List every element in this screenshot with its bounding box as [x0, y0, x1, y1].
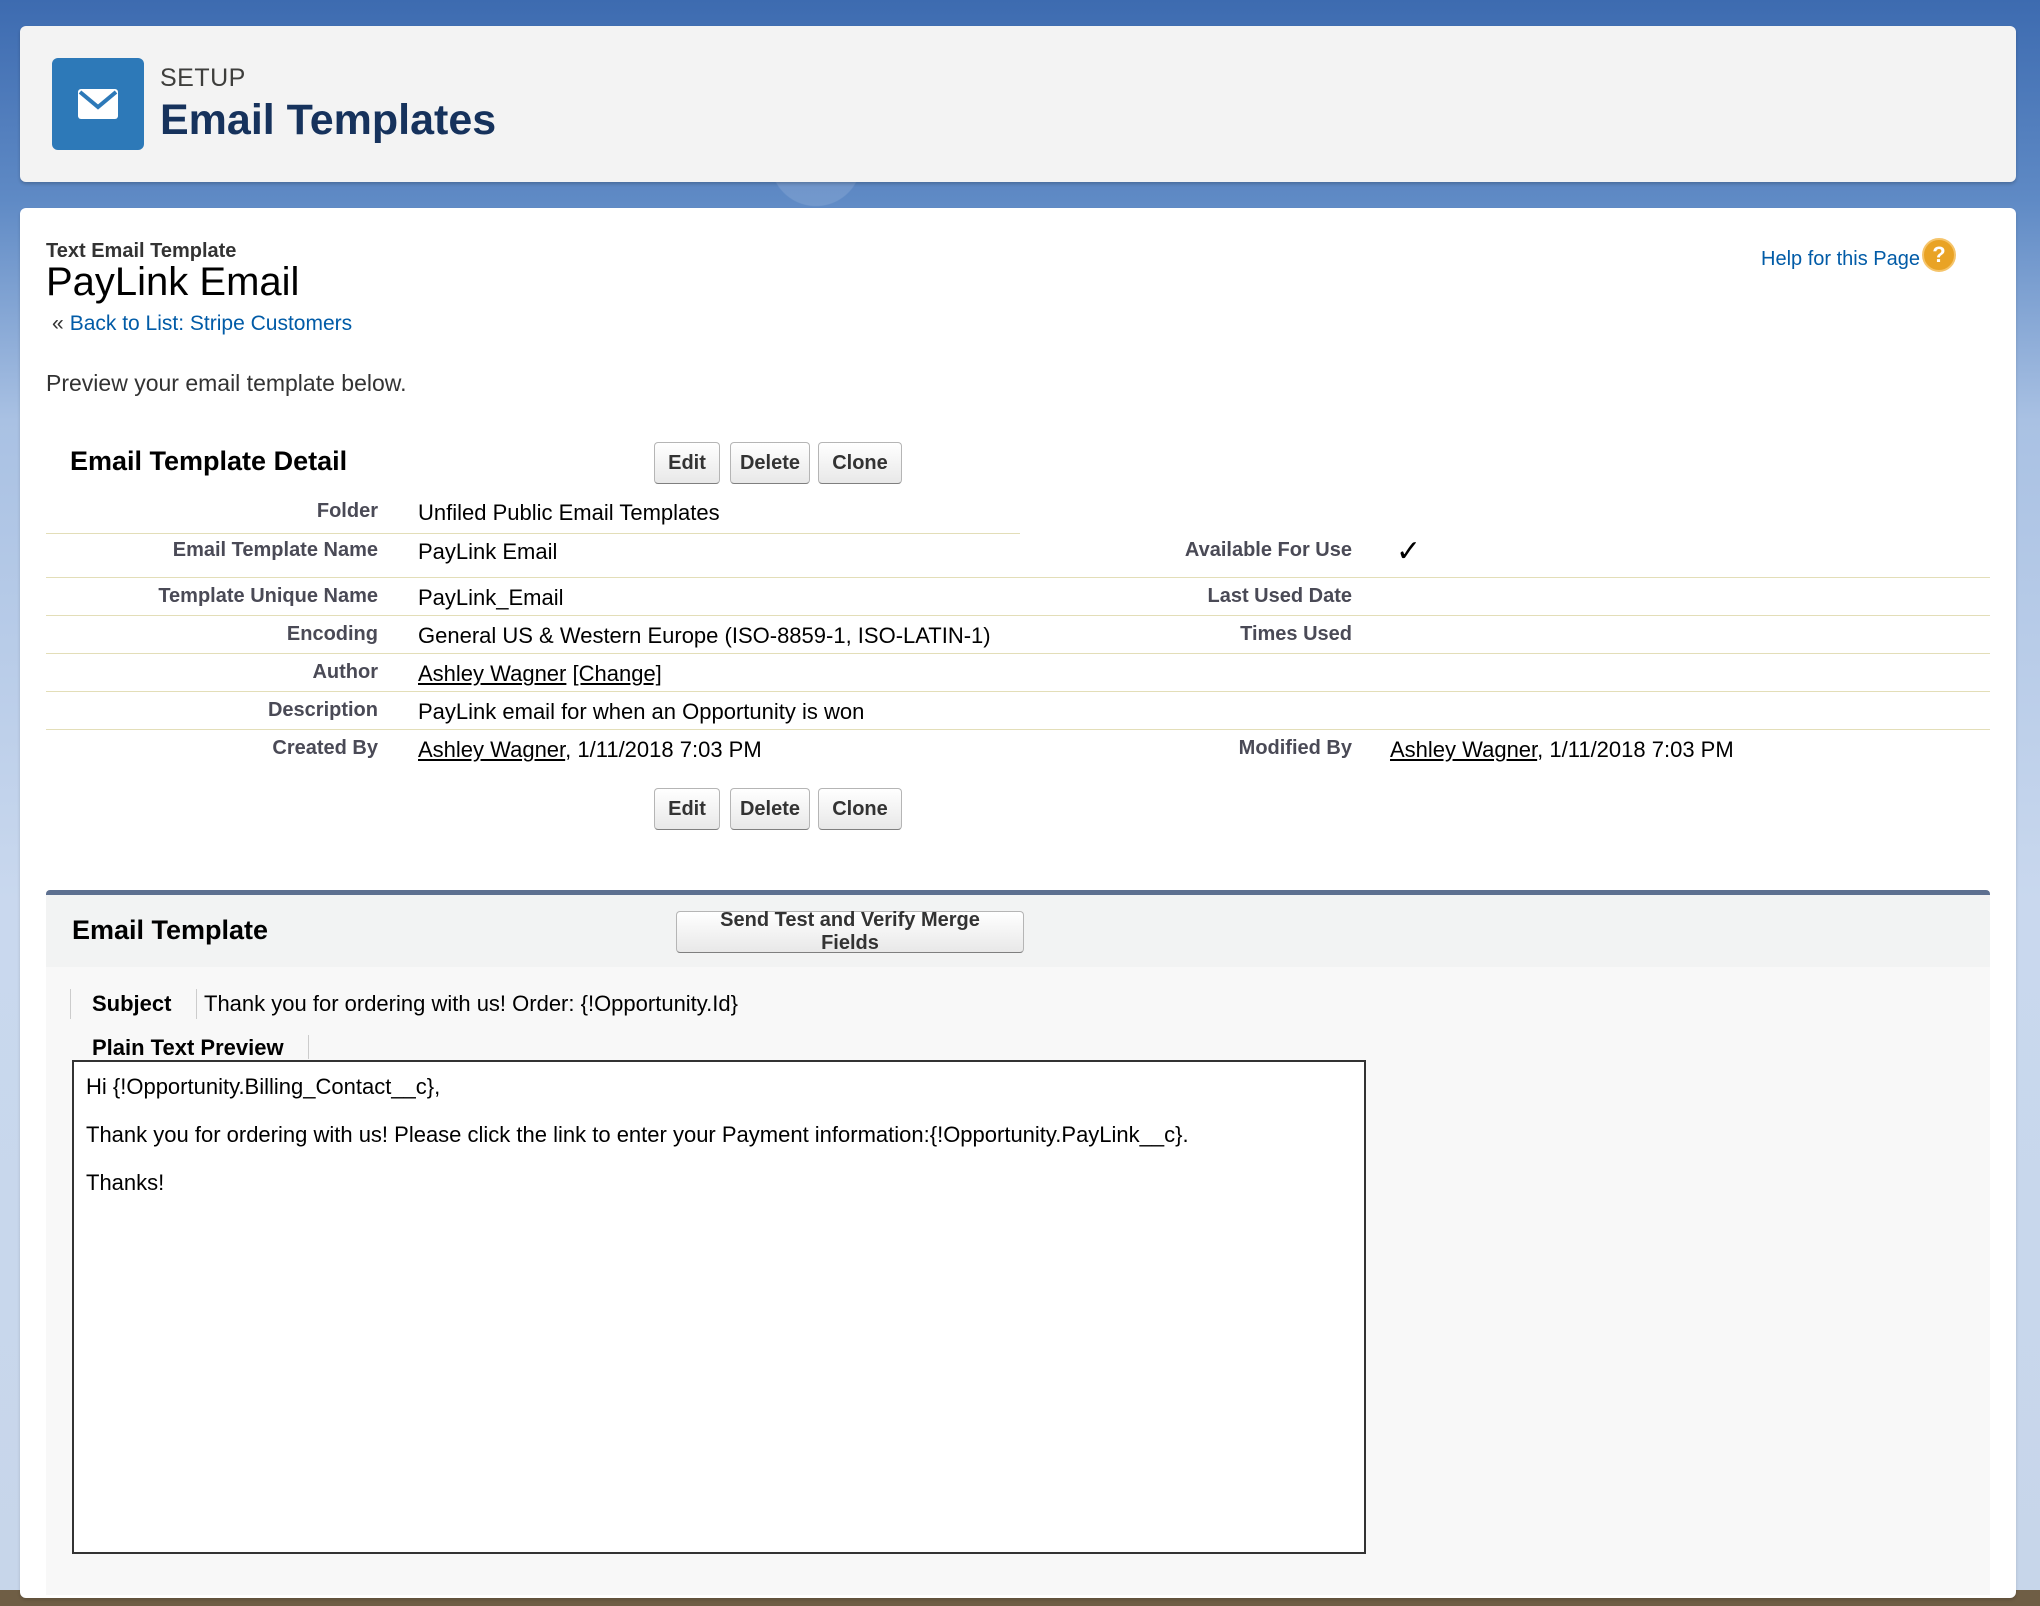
edit-button[interactable]: Edit: [654, 442, 720, 484]
encoding-label: Encoding: [286, 623, 378, 645]
unique-name-value: PayLink_Email: [418, 585, 564, 610]
subject-divider: [70, 989, 71, 1019]
available-for-use-label: Available For Use: [1184, 539, 1352, 561]
template-name-label: Email Template Name: [172, 539, 378, 561]
main-content: Text Email Template PayLink Email «Back …: [20, 208, 2016, 1598]
created-by-link[interactable]: Ashley Wagner: [418, 737, 565, 762]
help-icon[interactable]: ?: [1922, 238, 1956, 272]
description-label: Description: [267, 699, 378, 721]
modified-by-label: Modified By: [1238, 737, 1352, 759]
folder-label: Folder: [316, 500, 378, 522]
edit-button-bottom[interactable]: Edit: [654, 788, 720, 830]
preview-label-divider: [308, 1035, 309, 1059]
plain-text-preview-box: Hi {!Opportunity.Billing_Contact__c}, Th…: [72, 1060, 1366, 1554]
encoding-value: General US & Western Europe (ISO-8859-1,…: [418, 623, 991, 648]
subject-divider: [196, 989, 197, 1019]
detail-section-title: Email Template Detail: [70, 446, 348, 476]
modified-by-value: Ashley Wagner, 1/11/2018 7:03 PM: [1390, 737, 1734, 763]
available-checkmark-icon: ✓: [1396, 535, 1422, 568]
help-link[interactable]: Help for this Page: [1761, 248, 1920, 271]
times-used-label: Times Used: [1240, 623, 1352, 645]
row-divider: [46, 729, 1990, 730]
page-title: PayLink Email: [46, 260, 300, 304]
created-by-value: Ashley Wagner, 1/11/2018 7:03 PM: [418, 737, 762, 763]
header-eyebrow: SETUP: [160, 64, 246, 92]
created-by-date: , 1/11/2018 7:03 PM: [565, 737, 762, 762]
row-divider: [46, 691, 1990, 692]
subject-value: Thank you for ordering with us! Order: {…: [204, 991, 738, 1016]
row-divider: [46, 653, 1990, 654]
author-link[interactable]: Ashley Wagner: [418, 661, 566, 686]
delete-button-bottom[interactable]: Delete: [730, 788, 810, 830]
clone-button-bottom[interactable]: Clone: [818, 788, 902, 830]
preview-line: Thanks!: [86, 1170, 165, 1195]
row-divider: [46, 615, 1990, 616]
modified-by-date: , 1/11/2018 7:03 PM: [1537, 737, 1734, 762]
preview-line: Hi {!Opportunity.Billing_Contact__c},: [86, 1074, 441, 1099]
send-test-button[interactable]: Send Test and Verify Merge Fields: [676, 909, 1024, 954]
subject-label: Subject: [92, 991, 172, 1016]
back-to-list-link[interactable]: «Back to List: Stripe Customers: [52, 312, 352, 336]
unique-name-label: Template Unique Name: [158, 585, 378, 607]
row-divider: [46, 577, 1990, 578]
delete-button[interactable]: Delete: [730, 442, 810, 484]
email-template-section: Email Template Send Test and Verify Merg…: [46, 890, 1990, 1595]
row-divider: [46, 533, 1020, 534]
last-used-date-label: Last Used Date: [1207, 585, 1353, 607]
change-author-link[interactable]: [Change]: [573, 661, 662, 686]
back-chevron-icon: «: [52, 312, 64, 335]
back-link-label: Back to List: Stripe Customers: [69, 312, 353, 335]
header-title: Email Templates: [160, 96, 497, 144]
template-name-value: PayLink Email: [418, 539, 558, 564]
clone-button[interactable]: Clone: [818, 442, 902, 484]
setup-header: SETUP Email Templates: [20, 26, 2016, 182]
plain-text-preview-label: Plain Text Preview: [92, 1035, 284, 1060]
modified-by-link[interactable]: Ashley Wagner: [1390, 737, 1537, 762]
author-label: Author: [312, 661, 378, 683]
envelope-icon: [52, 58, 144, 150]
folder-value: Unfiled Public Email Templates: [418, 500, 720, 525]
created-by-label: Created By: [272, 737, 378, 759]
intro-text: Preview your email template below.: [46, 370, 407, 396]
email-template-title: Email Template: [72, 915, 269, 945]
description-value: PayLink email for when an Opportunity is…: [418, 699, 865, 724]
preview-line: Thank you for ordering with us! Please c…: [86, 1122, 1189, 1147]
author-value: Ashley Wagner [Change]: [418, 661, 662, 687]
